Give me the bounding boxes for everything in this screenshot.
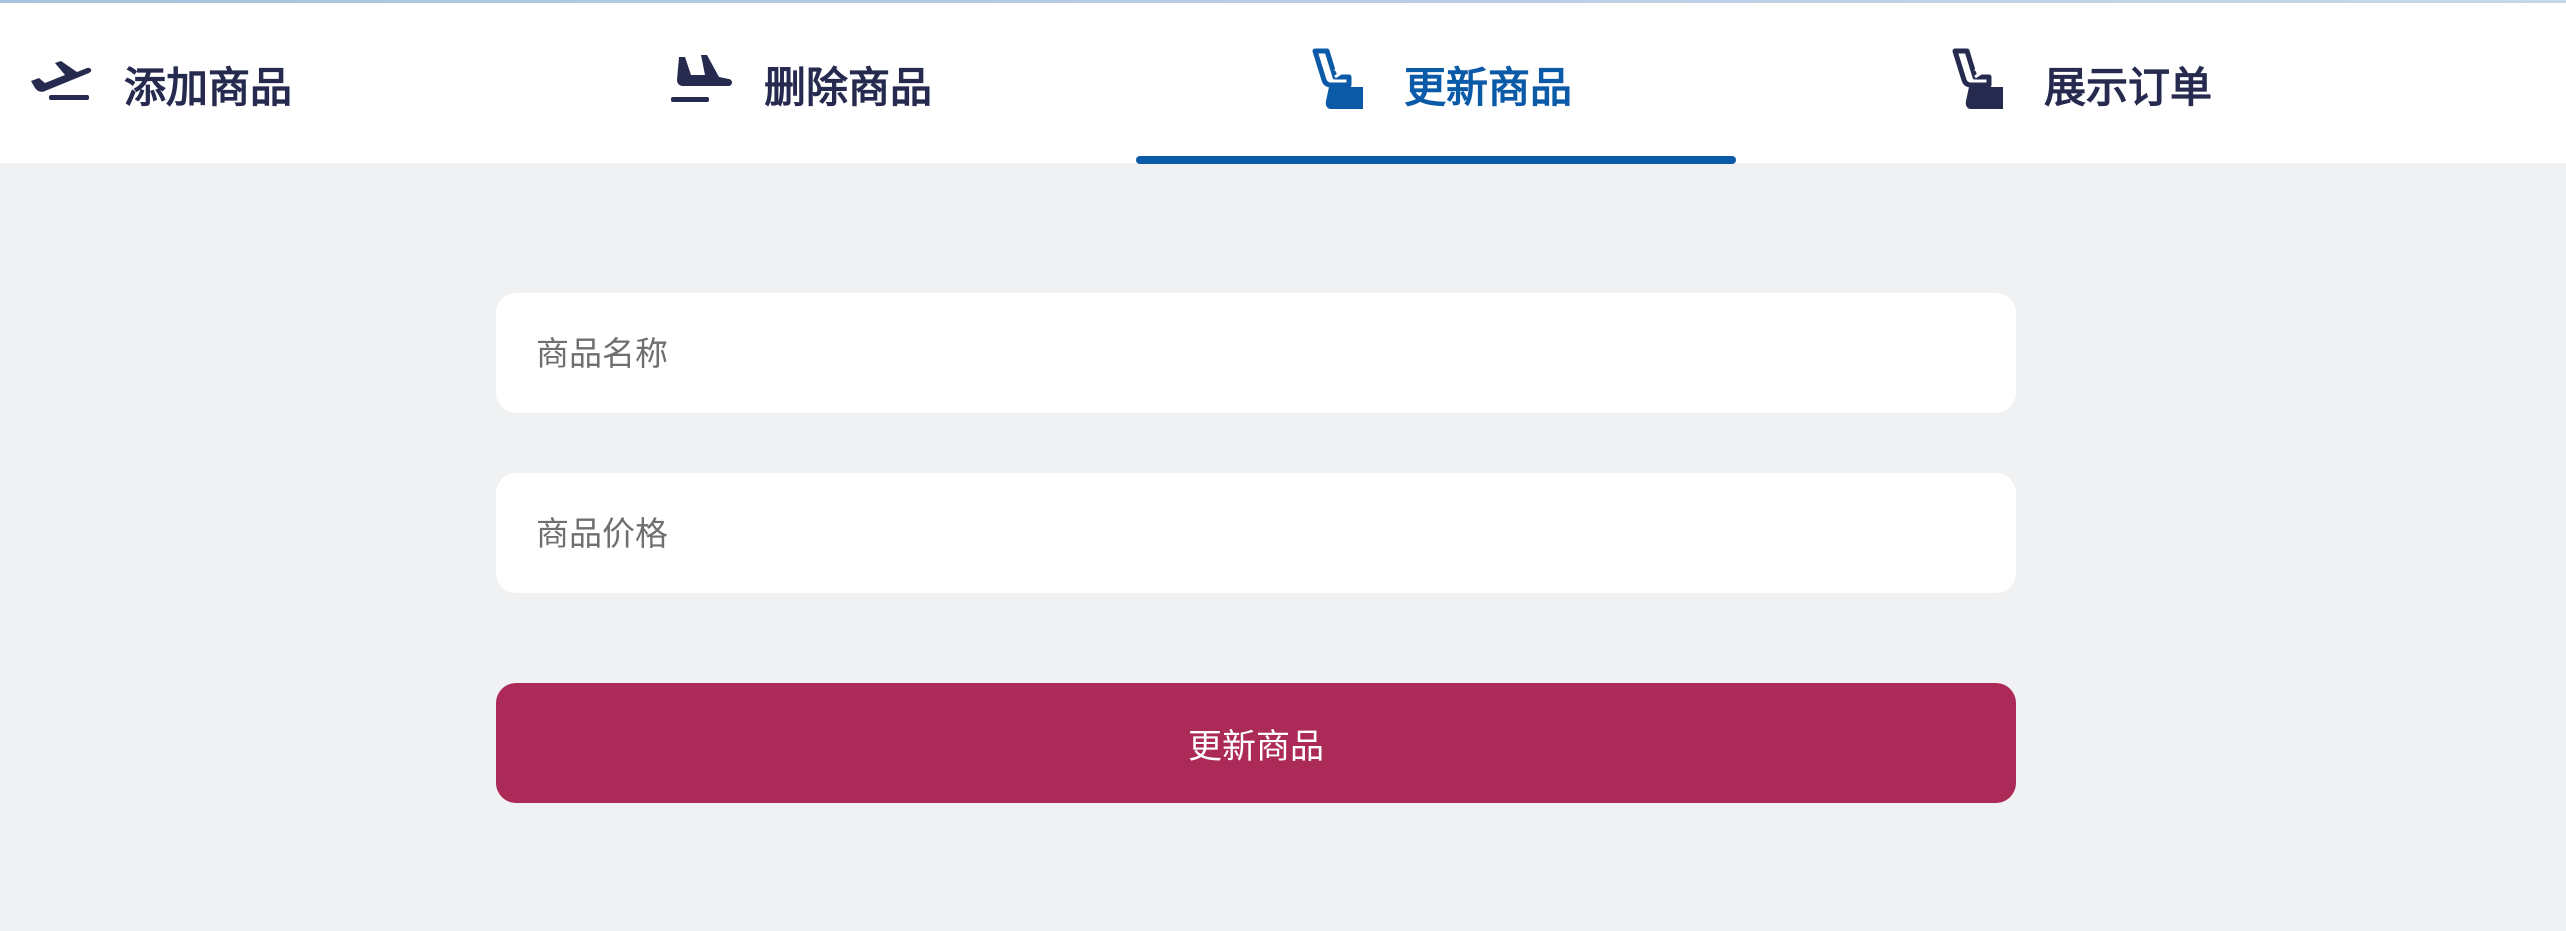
tab-label: 添加商品: [124, 63, 293, 112]
plane-departure-icon: [31, 61, 92, 100]
plane-arrival-icon: [671, 55, 732, 102]
tab-add-product[interactable]: 添加商品: [20, 3, 660, 163]
tab-bar: 添加商品 删除商品 更新商品 展示订单: [0, 3, 2566, 164]
tab-label: 展示订单: [2044, 63, 2213, 112]
active-tab-indicator: [1136, 156, 1736, 164]
tab-label: 删除商品: [764, 63, 933, 112]
seat-icon: [1952, 48, 2003, 109]
update-product-button[interactable]: 更新商品: [496, 683, 2016, 803]
product-price-input[interactable]: [496, 473, 2016, 593]
seat-icon: [1312, 48, 1363, 109]
tab-show-orders[interactable]: 展示订单: [1940, 3, 2566, 163]
product-name-input[interactable]: [496, 293, 2016, 413]
tab-update-product[interactable]: 更新商品: [1300, 3, 1940, 163]
tab-delete-product[interactable]: 删除商品: [660, 3, 1300, 163]
tab-label: 更新商品: [1404, 63, 1573, 112]
